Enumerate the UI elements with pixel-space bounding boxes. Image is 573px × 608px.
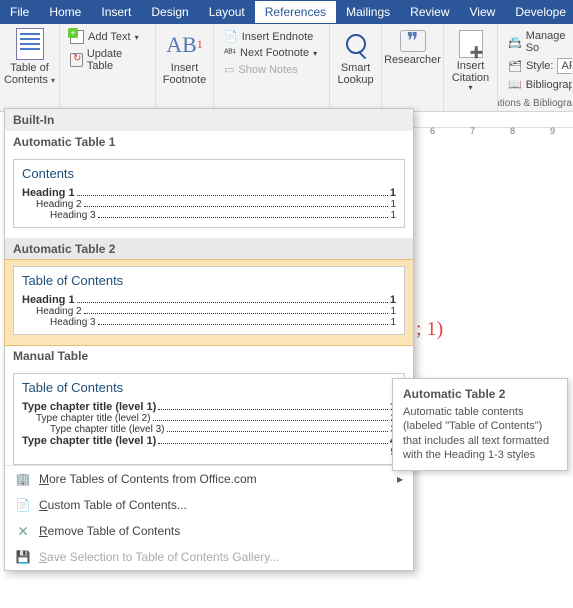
style-value[interactable]: APA bbox=[557, 58, 572, 74]
bibliography-button[interactable]: 📖 Bibliograph bbox=[504, 76, 572, 93]
menu-mailings[interactable]: Mailings bbox=[336, 1, 400, 23]
menu-bar: File Home Insert Design Layout Reference… bbox=[0, 0, 573, 24]
bibliography-icon: 📖 bbox=[508, 78, 522, 91]
preview-more-row: 5 bbox=[22, 447, 396, 458]
manage-sources-button[interactable]: 📇 Manage So bbox=[504, 28, 569, 56]
submenu-arrow-icon: ▸ bbox=[397, 472, 403, 486]
auto-table-2-item[interactable]: Table of Contents Heading 11 Heading 21 … bbox=[4, 259, 414, 346]
auto-table-1-item[interactable]: Contents Heading 11 Heading 21 Heading 3… bbox=[5, 153, 413, 238]
menu-review[interactable]: Review bbox=[400, 1, 459, 23]
endnote-icon: 📄 bbox=[224, 30, 238, 43]
menu-design[interactable]: Design bbox=[141, 1, 198, 23]
menu-layout[interactable]: Layout bbox=[199, 1, 255, 23]
doc-fragment: ; 1) bbox=[416, 318, 443, 341]
researcher-button[interactable]: ❞ Researcher bbox=[380, 28, 445, 68]
toc-button-label: Table of Contents ▾ bbox=[2, 62, 58, 86]
auto-table-1-preview: Contents Heading 11 Heading 21 Heading 3… bbox=[13, 159, 405, 228]
add-text-button[interactable]: Add Text ▾ bbox=[66, 28, 143, 46]
search-icon bbox=[341, 30, 371, 60]
office-icon: 🏢 bbox=[15, 471, 31, 487]
smart-lookup-button[interactable]: Smart Lookup bbox=[333, 28, 377, 88]
toc-icon bbox=[16, 28, 44, 60]
preview-heading: Table of Contents bbox=[22, 273, 396, 288]
preview-heading: Contents bbox=[22, 166, 396, 181]
next-footnote-icon: ᴬᴮ¹ bbox=[224, 48, 236, 59]
custom-toc-button[interactable]: 📄 Custom Table of Contents... bbox=[5, 492, 413, 518]
dd-header-builtin: Built-In bbox=[5, 109, 413, 131]
show-notes-icon: ▭ bbox=[224, 63, 234, 76]
ribbon-group-smart-lookup: Smart Lookup bbox=[330, 24, 382, 111]
tooltip: Automatic Table 2 Automatic table conten… bbox=[392, 378, 568, 471]
ribbon-group-insert-citation: ➕ Insert Citation ▾ bbox=[444, 24, 498, 111]
auto-table-1-title: Automatic Table 1 bbox=[5, 131, 413, 153]
menu-file[interactable]: File bbox=[0, 1, 39, 23]
citation-icon: ➕ bbox=[459, 30, 483, 58]
more-toc-office-button[interactable]: 🏢 More Tables of Contents from Office.co… bbox=[5, 466, 413, 492]
manual-table-item[interactable]: Table of Contents Type chapter title (le… bbox=[5, 367, 413, 465]
custom-toc-icon: 📄 bbox=[15, 497, 31, 513]
save-selection-toc-button: 💾 Save Selection to Table of Contents Ga… bbox=[5, 544, 413, 570]
menu-references[interactable]: References bbox=[255, 1, 336, 23]
ribbon: Table of Contents ▾ Add Text ▾ Update Ta… bbox=[0, 24, 573, 112]
tooltip-title: Automatic Table 2 bbox=[403, 387, 557, 401]
remove-toc-icon: 🗙 bbox=[15, 523, 31, 539]
manual-table-preview: Table of Contents Type chapter title (le… bbox=[13, 373, 405, 465]
insert-endnote-button[interactable]: 📄 Insert Endnote bbox=[220, 28, 317, 45]
ribbon-group-footnote: AB1 Insert Footnote bbox=[156, 24, 214, 111]
ribbon-group-researcher: ❞ Researcher bbox=[382, 24, 444, 111]
manual-table-title: Manual Table bbox=[5, 345, 413, 367]
tooltip-body: Automatic table contents (labeled "Table… bbox=[403, 405, 557, 462]
menu-view[interactable]: View bbox=[460, 1, 506, 23]
group-label-citations: Citations & Bibliography bbox=[498, 98, 572, 111]
ribbon-group-citations: 📇 Manage So 🗂 Style: APA 📖 Bibliograph C… bbox=[498, 24, 572, 111]
table-of-contents-button[interactable]: Table of Contents ▾ bbox=[2, 28, 58, 86]
style-icon: 🗂 bbox=[508, 60, 522, 73]
ribbon-group-footnote-options: 📄 Insert Endnote ᴬᴮ¹ Next Footnote ▾ ▭ S… bbox=[214, 24, 330, 111]
ribbon-group-toc: Table of Contents ▾ bbox=[0, 24, 60, 111]
menu-developer[interactable]: Develope bbox=[505, 1, 573, 23]
quote-icon: ❞ bbox=[400, 30, 426, 52]
toc-gallery-dropdown: Built-In Automatic Table 1 Contents Head… bbox=[4, 108, 414, 571]
update-icon bbox=[70, 53, 83, 67]
update-table-button[interactable]: Update Table bbox=[66, 46, 149, 74]
dd-menu: 🏢 More Tables of Contents from Office.co… bbox=[5, 465, 413, 570]
remove-toc-button[interactable]: 🗙 Remove Table of Contents bbox=[5, 518, 413, 544]
menu-insert[interactable]: Insert bbox=[91, 1, 141, 23]
footnote-icon: AB1 bbox=[166, 30, 203, 60]
show-notes-button[interactable]: ▭ Show Notes bbox=[220, 61, 302, 78]
ribbon-group-toc-options: Add Text ▾ Update Table bbox=[60, 24, 156, 111]
insert-citation-button[interactable]: ➕ Insert Citation ▾ bbox=[448, 28, 493, 95]
auto-table-2-title: Automatic Table 2 bbox=[5, 238, 413, 260]
next-footnote-button[interactable]: ᴬᴮ¹ Next Footnote ▾ bbox=[220, 45, 321, 61]
manage-icon: 📇 bbox=[508, 36, 522, 49]
save-gallery-icon: 💾 bbox=[15, 549, 31, 565]
menu-home[interactable]: Home bbox=[39, 1, 91, 23]
auto-table-2-preview: Table of Contents Heading 11 Heading 21 … bbox=[13, 266, 405, 335]
add-text-icon bbox=[70, 30, 84, 44]
preview-heading: Table of Contents bbox=[22, 380, 396, 395]
insert-footnote-button[interactable]: AB1 Insert Footnote bbox=[159, 28, 210, 88]
style-dropdown[interactable]: 🗂 Style: APA bbox=[504, 56, 572, 76]
